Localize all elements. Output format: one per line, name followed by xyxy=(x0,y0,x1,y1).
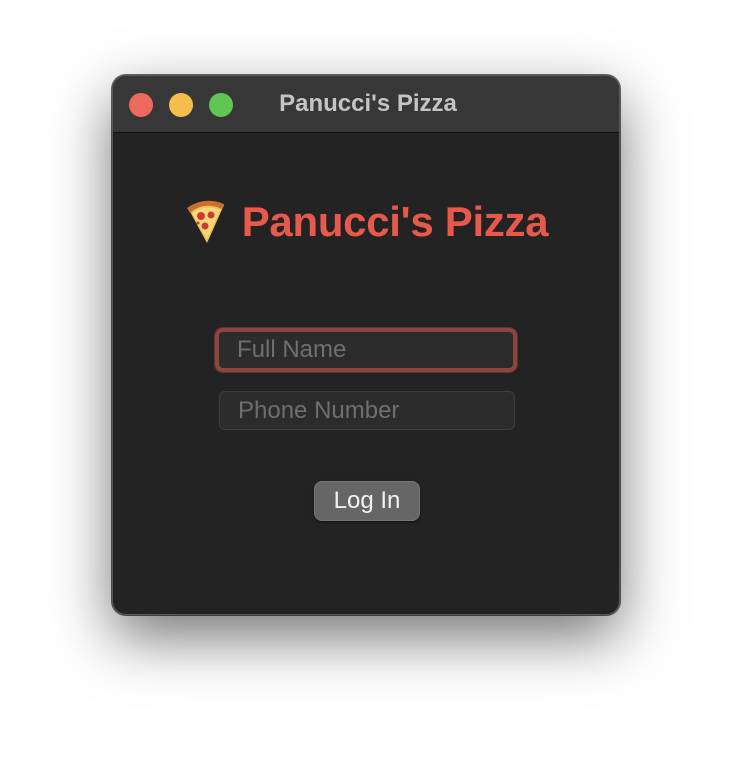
window-title: Panucci's Pizza xyxy=(279,90,457,117)
full-name-input[interactable] xyxy=(215,328,517,372)
log-in-button[interactable]: Log In xyxy=(314,481,420,521)
brand-header: Panucci's Pizza xyxy=(113,196,619,248)
phone-number-input[interactable] xyxy=(219,391,515,430)
title-bar[interactable]: Panucci's Pizza xyxy=(113,76,619,133)
brand-title: Panucci's Pizza xyxy=(241,198,549,245)
app-window: Panucci's Pizza Panucci's Pizza Log In xyxy=(112,75,620,615)
pizza-slice-icon xyxy=(186,200,224,243)
